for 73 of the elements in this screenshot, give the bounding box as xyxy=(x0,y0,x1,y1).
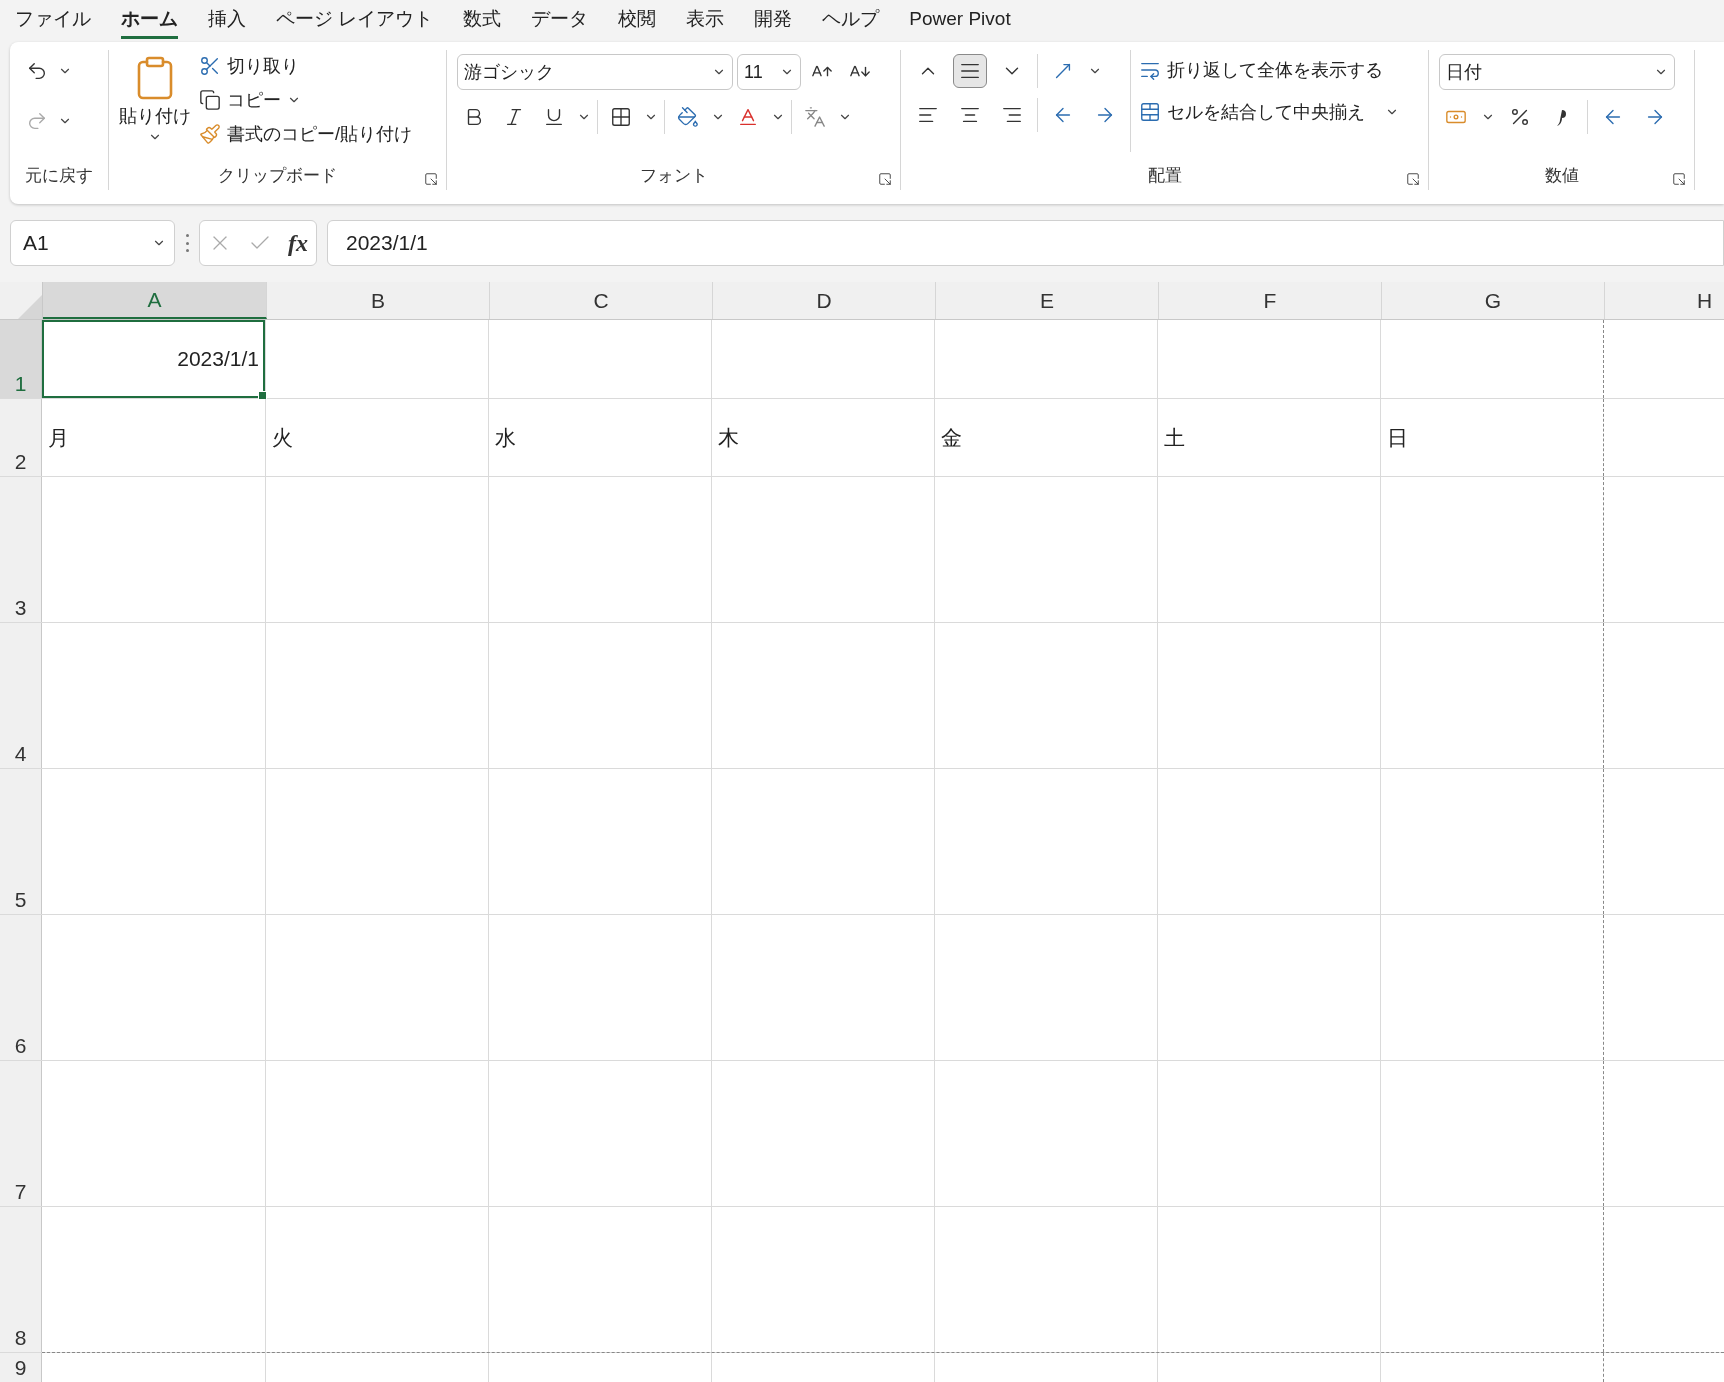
wrap-text-button[interactable]: 折り返して全体を表示する xyxy=(1139,58,1399,82)
menu-tab[interactable]: ページ レイアウト xyxy=(276,1,434,39)
table-cell[interactable]: 金 xyxy=(935,399,1157,476)
group-label: 配置 xyxy=(1146,165,1183,187)
group-label: 元に戻す xyxy=(24,165,94,187)
dialog-launcher-icon xyxy=(1406,172,1420,186)
menu-tab[interactable]: ファイル xyxy=(15,1,91,39)
dialog-launcher-icon xyxy=(424,172,438,186)
dialog-launcher-icon xyxy=(1672,172,1686,186)
drag-handle-icon[interactable] xyxy=(185,234,189,252)
paint-bucket-icon xyxy=(677,106,699,128)
dialog-launcher-icon xyxy=(878,172,892,186)
menu-tab[interactable]: データ xyxy=(531,1,589,39)
row-header[interactable]: 3 xyxy=(0,477,42,622)
formula-field[interactable]: 2023/1/1 xyxy=(327,220,1724,266)
table-cell[interactable]: 木 xyxy=(712,399,934,476)
menu-tab[interactable]: 開発 xyxy=(754,1,793,39)
menu-tab[interactable]: ヘルプ xyxy=(822,1,880,39)
insert-function-button[interactable]: fx xyxy=(288,229,308,257)
menu-tab[interactable]: 挿入 xyxy=(208,1,246,39)
copy-icon xyxy=(199,89,221,111)
row-header[interactable]: 2 xyxy=(0,399,42,476)
phonetic-icon xyxy=(804,106,826,128)
cut-button[interactable]: 切り取り xyxy=(199,54,412,78)
column-header[interactable]: G xyxy=(1382,282,1605,319)
table-cell[interactable]: 日 xyxy=(1381,399,1603,476)
row-header[interactable]: 4 xyxy=(0,623,42,768)
vertical-align-button[interactable] xyxy=(953,54,987,88)
percent-icon xyxy=(1509,106,1531,128)
row-header[interactable]: 1 xyxy=(0,320,42,398)
row-header[interactable]: 7 xyxy=(0,1061,42,1206)
menu-tab[interactable]: 校閲 xyxy=(618,1,657,39)
column-header[interactable]: A xyxy=(43,282,267,319)
format-painter-button[interactable]: 書式のコピー/貼り付け xyxy=(199,122,412,146)
table-cell[interactable]: 水 xyxy=(489,399,711,476)
column-header[interactable]: C xyxy=(490,282,713,319)
table-cell[interactable]: 土 xyxy=(1158,399,1380,476)
column-header[interactable]: F xyxy=(1159,282,1382,319)
merge-center-button[interactable]: セルを結合して中央揃え xyxy=(1139,100,1399,124)
row-header[interactable]: 6 xyxy=(0,915,42,1060)
column-header[interactable]: D xyxy=(713,282,936,319)
column-header[interactable]: E xyxy=(936,282,1159,319)
font-size-dropdown[interactable]: 11 xyxy=(737,54,801,90)
menu-tab[interactable]: Power Pivot xyxy=(909,3,1011,37)
scissors-icon xyxy=(199,55,221,77)
paintbrush-icon xyxy=(199,123,221,145)
group-label: クリップボード xyxy=(217,165,338,187)
column-header[interactable]: H xyxy=(1605,282,1724,319)
grid-icon xyxy=(610,106,632,128)
group-label: フォント xyxy=(638,165,709,187)
underline-icon xyxy=(543,106,565,128)
font-name-dropdown[interactable]: 游ゴシック xyxy=(457,54,733,90)
row-header[interactable]: 5 xyxy=(0,769,42,914)
row-header[interactable]: 8 xyxy=(0,1207,42,1352)
menu-tab[interactable]: ホーム xyxy=(121,1,178,39)
row-header[interactable]: 9 xyxy=(0,1353,42,1382)
name-box[interactable]: A1 xyxy=(10,220,175,266)
paste-button[interactable]: 貼り付け xyxy=(119,50,191,162)
fill-handle[interactable] xyxy=(258,391,267,400)
menu-tab[interactable]: 表示 xyxy=(686,1,725,39)
undo-icon xyxy=(26,60,48,82)
group-label: 数値 xyxy=(1543,165,1580,187)
menu-tab[interactable]: 数式 xyxy=(463,1,502,39)
corner-triangle-icon xyxy=(16,293,42,319)
table-cell[interactable]: 火 xyxy=(266,399,488,476)
copy-button[interactable]: コピー xyxy=(199,88,412,112)
merge-cells-icon xyxy=(1139,101,1161,123)
number-format-dropdown[interactable]: 日付 xyxy=(1439,54,1675,90)
font-color-icon xyxy=(737,106,759,128)
active-cell[interactable]: 2023/1/1 xyxy=(42,320,265,398)
table-cell[interactable]: 月 xyxy=(42,399,265,476)
column-header[interactable]: B xyxy=(267,282,490,319)
redo-icon xyxy=(26,110,48,132)
